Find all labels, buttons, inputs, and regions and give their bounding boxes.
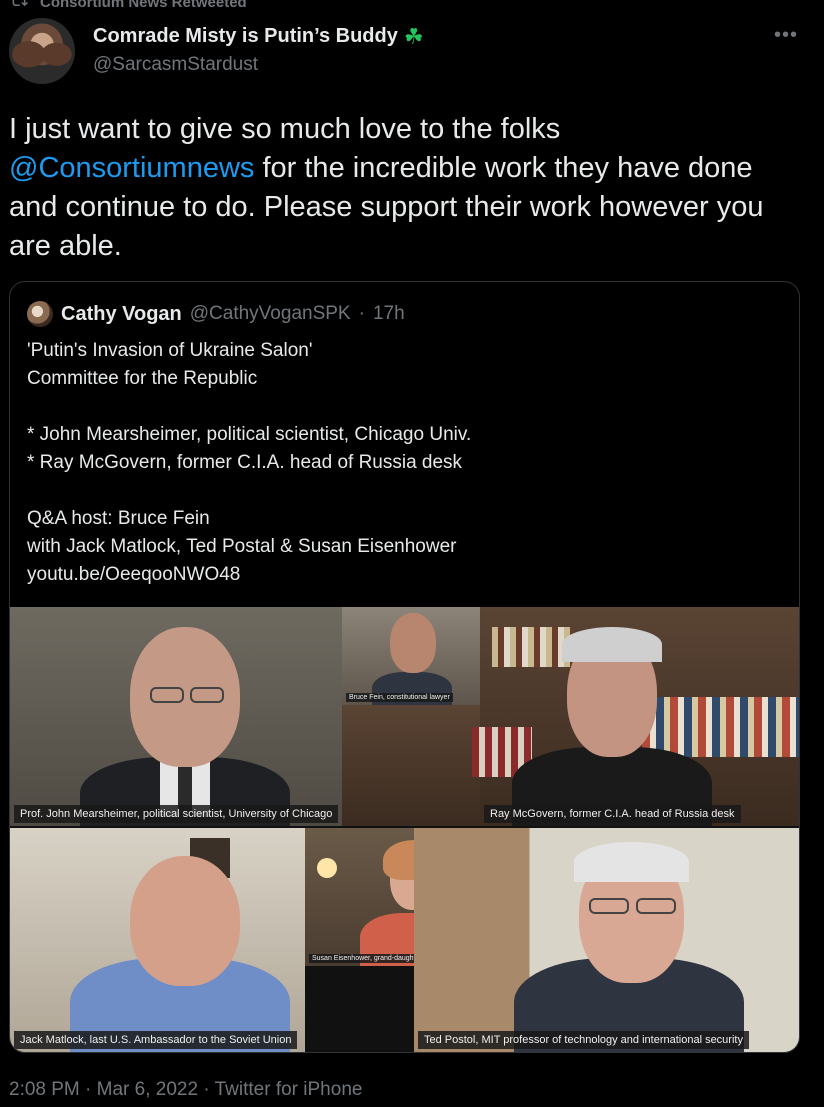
retweet-icon xyxy=(10,0,28,13)
quoted-time: 17h xyxy=(372,303,405,324)
quoted-separator: · xyxy=(358,303,365,324)
quoted-handle: @CathyVoganSPK xyxy=(189,303,351,324)
caption-mcgovern: Ray McGovern, former C.I.A. head of Russ… xyxy=(484,805,741,823)
quoted-header: Cathy Vogan @CathyVoganSPK · 17h xyxy=(27,301,405,327)
author-block: Comrade Misty is Putin’s Buddy ☘ @Sarcas… xyxy=(93,25,424,76)
tweet-source[interactable]: Twitter for iPhone xyxy=(215,1079,363,1100)
quoted-body: 'Putin's Invasion of Ukraine Salon' Comm… xyxy=(27,340,472,585)
mention-link[interactable]: @Consortiumnews xyxy=(9,152,254,184)
author-display-name[interactable]: Comrade Misty is Putin’s Buddy xyxy=(93,25,398,48)
panel-mearsheimer: Prof. John Mearsheimer, political scient… xyxy=(10,607,342,826)
panel-postol: Ted Postol, MIT professor of technology … xyxy=(414,828,799,1052)
author-avatar[interactable] xyxy=(9,18,75,84)
clover-icon: ☘ xyxy=(403,23,424,49)
tweet-text: I just want to give so much love to the … xyxy=(9,110,799,266)
footer-separator-1: · xyxy=(85,1079,92,1100)
tweet-date[interactable]: Mar 6, 2022 xyxy=(97,1079,198,1100)
tweet-text-before: I just want to give so much love to the … xyxy=(9,113,561,145)
quoted-avatar xyxy=(27,301,53,327)
tweet-footer: 2:08 PM · Mar 6, 2022 · Twitter for iPho… xyxy=(9,1079,362,1101)
footer-separator-2: · xyxy=(203,1079,210,1100)
more-horizontal-icon[interactable]: ••• xyxy=(774,24,798,47)
author-name-row[interactable]: Comrade Misty is Putin’s Buddy ☘ xyxy=(93,25,424,48)
caption-postol: Ted Postol, MIT professor of technology … xyxy=(418,1031,749,1049)
caption-mearsheimer: Prof. John Mearsheimer, political scient… xyxy=(14,805,339,823)
retweet-label: Consortium News Retweeted xyxy=(40,0,247,11)
caption-matlock: Jack Matlock, last U.S. Ambassador to th… xyxy=(14,1031,298,1049)
retweet-context[interactable]: Consortium News Retweeted xyxy=(10,0,247,12)
author-handle[interactable]: @SarcasmStardust xyxy=(93,54,424,76)
tweet-time[interactable]: 2:08 PM xyxy=(9,1079,80,1100)
quoted-tweet[interactable]: Cathy Vogan @CathyVoganSPK · 17h 'Putin'… xyxy=(9,281,800,1053)
panel-mcgovern: Ray McGovern, former C.I.A. head of Russ… xyxy=(342,607,799,826)
quoted-display-name: Cathy Vogan xyxy=(61,302,182,325)
panel-matlock: Jack Matlock, last U.S. Ambassador to th… xyxy=(10,828,305,1052)
video-thumbnail[interactable]: Prof. John Mearsheimer, political scient… xyxy=(10,607,799,1052)
